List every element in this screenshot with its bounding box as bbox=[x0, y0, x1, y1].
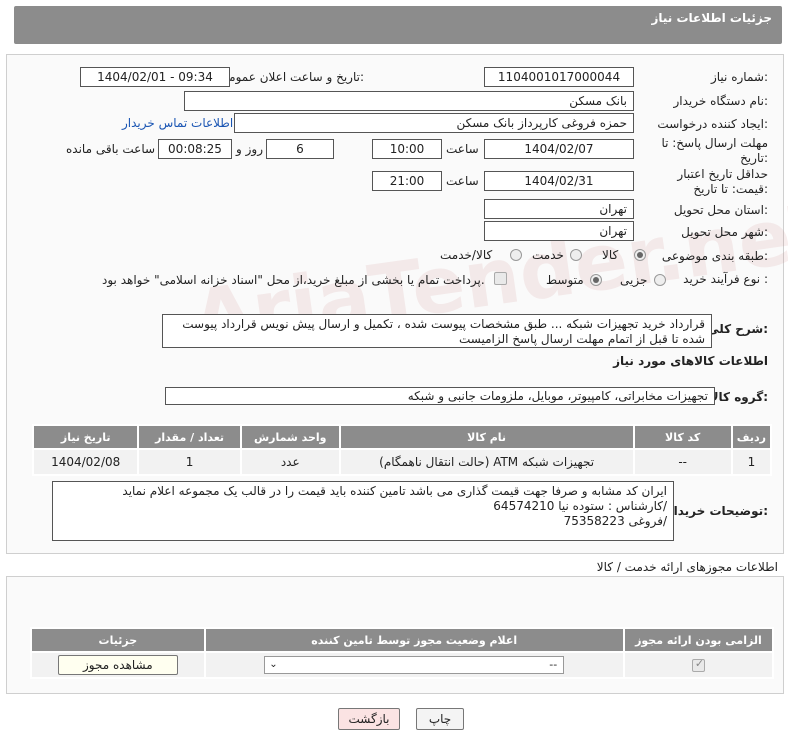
province-label: استان محل تحویل: bbox=[673, 203, 768, 217]
table-row: ✓ -- ⌄ مشاهده مجوز bbox=[30, 651, 775, 679]
buyer-notes-textarea[interactable]: ایران کد مشابه و صرفا جهت قیمت گذاری می … bbox=[52, 481, 674, 541]
check-icon: ✓ bbox=[694, 657, 705, 670]
remaining-label: ساعت باقی مانده bbox=[66, 142, 156, 156]
deadline-time-label: ساعت bbox=[446, 142, 479, 156]
category-option-service: خدمت bbox=[532, 248, 564, 262]
buyer-notes-label: توضیحات خریدار: bbox=[666, 504, 768, 518]
permit-col-required: الزامی بودن ارائه مجوز bbox=[622, 627, 775, 653]
process-label: نوع فرآیند خرید : bbox=[683, 272, 768, 286]
buyer-notes-line-1: ایران کد مشابه و صرفا جهت قیمت گذاری می … bbox=[122, 484, 667, 498]
row-name: تجهیزات شبکه ATM (حالت انتقال ناهمگام) bbox=[338, 448, 635, 476]
col-unit: واحد شمارش bbox=[239, 424, 341, 450]
need-number-label: شماره نیاز: bbox=[710, 70, 768, 84]
buyer-notes-line-3: /فروغی 75358223 bbox=[563, 514, 667, 528]
city-label: شهر محل تحویل: bbox=[681, 225, 768, 239]
goods-group-field: تجهیزات مخابراتی، کامپیوتر، موبایل، ملزو… bbox=[165, 387, 715, 405]
validity-time-field: 21:00 bbox=[372, 171, 442, 191]
days-field: 6 bbox=[266, 139, 334, 159]
buyer-org-field: بانک مسکن bbox=[184, 91, 634, 111]
goods-table-header: ردیف کد کالا نام کالا واحد شمارش تعداد /… bbox=[31, 424, 773, 450]
payment-note: پرداخت تمام یا بخشی از مبلغ خرید،از محل … bbox=[102, 273, 485, 287]
table-row: 1 -- تجهیزات شبکه ATM (حالت انتقال ناهمگ… bbox=[31, 448, 773, 476]
announce-field: 1404/02/01 - 09:34 bbox=[80, 67, 230, 87]
creator-field: حمزه فروغی کارپرداز بانک مسکن bbox=[234, 113, 634, 133]
permit-col-status: اعلام وضعیت مجوز توسط تامین کننده bbox=[203, 627, 625, 653]
goods-table: ردیف کد کالا نام کالا واحد شمارش تعداد /… bbox=[31, 424, 773, 476]
permits-table: الزامی بودن ارائه مجوز اعلام وضعیت مجوز … bbox=[30, 627, 775, 679]
buyer-org-label: نام دستگاه خریدار: bbox=[673, 94, 769, 108]
category-option-goods: کالا bbox=[602, 248, 619, 262]
deadline-label: مهلت ارسال پاسخ: تا تاریخ: bbox=[661, 136, 768, 165]
permit-details-cell: مشاهده مجوز bbox=[30, 651, 206, 679]
permit-required-cell: ✓ bbox=[622, 651, 775, 679]
remaining-time-field: 00:08:25 bbox=[158, 139, 232, 159]
row-qty: 1 bbox=[137, 448, 242, 476]
deadline-time-field: 10:00 bbox=[372, 139, 442, 159]
col-date: تاریخ نیاز bbox=[31, 424, 140, 450]
col-qty: تعداد / مقدار bbox=[137, 424, 242, 450]
buyer-contact-link[interactable]: اطلاعات تماس خریدار bbox=[122, 116, 233, 130]
description-textarea[interactable]: قرارداد خرید تجهیزات شبکه ... طبق مشخصات… bbox=[162, 314, 712, 348]
permit-status-select[interactable]: -- ⌄ bbox=[264, 656, 565, 674]
permit-status-value: -- bbox=[549, 658, 558, 671]
row-unit: عدد bbox=[239, 448, 341, 476]
permit-status-cell: -- ⌄ bbox=[203, 651, 625, 679]
creator-label: ایجاد کننده درخواست: bbox=[657, 117, 768, 131]
category-radio-both[interactable] bbox=[510, 249, 522, 264]
validity-time-label: ساعت bbox=[446, 174, 479, 188]
print-button[interactable]: چاپ bbox=[416, 708, 464, 730]
process-radio-medium[interactable] bbox=[590, 274, 602, 289]
category-option-both: کالا/خدمت bbox=[440, 248, 493, 262]
payment-checkbox[interactable] bbox=[494, 272, 507, 285]
col-name: نام کالا bbox=[338, 424, 635, 450]
row-code: -- bbox=[632, 448, 733, 476]
category-radio-goods[interactable] bbox=[634, 249, 646, 264]
goods-section-title: اطلاعات کالاهای مورد نیاز bbox=[613, 354, 768, 368]
row-date: 1404/02/08 bbox=[31, 448, 140, 476]
process-radio-minor[interactable] bbox=[654, 274, 666, 289]
announce-label: تاریخ و ساعت اعلان عمومی: bbox=[219, 70, 364, 84]
permits-section-title: اطلاعات مجوزهای ارائه خدمت / کالا bbox=[596, 560, 778, 574]
city-field: تهران bbox=[484, 221, 634, 241]
permits-table-header: الزامی بودن ارائه مجوز اعلام وضعیت مجوز … bbox=[30, 627, 775, 653]
col-index: ردیف bbox=[730, 424, 773, 450]
permit-col-details: جزئیات bbox=[30, 627, 206, 653]
validity-label: حداقل تاریخ اعتبار قیمت: تا تاریخ: bbox=[677, 167, 768, 196]
need-number-field: 1104001017000044 bbox=[484, 67, 634, 87]
col-code: کد کالا bbox=[632, 424, 733, 450]
process-option-medium: متوسط bbox=[546, 273, 584, 287]
deadline-date-field: 1404/02/07 bbox=[484, 139, 634, 159]
category-radio-service[interactable] bbox=[570, 249, 582, 264]
category-label: طبقه بندی موضوعی: bbox=[661, 249, 768, 263]
validity-date-field: 1404/02/31 bbox=[484, 171, 634, 191]
process-option-minor: جزیی bbox=[620, 273, 648, 287]
view-permit-button[interactable]: مشاهده مجوز bbox=[57, 655, 178, 675]
row-index: 1 bbox=[730, 448, 773, 476]
permit-required-checkbox: ✓ bbox=[691, 657, 705, 672]
back-button[interactable]: بازگشت bbox=[338, 708, 400, 730]
province-field: تهران bbox=[484, 199, 634, 219]
page-title: جزئیات اطلاعات نیاز bbox=[651, 11, 772, 25]
days-and-label: روز و bbox=[236, 142, 263, 156]
buyer-notes-line-2: /کارشناس : ستوده نیا 64574210 bbox=[493, 499, 667, 513]
chevron-down-icon: ⌄ bbox=[269, 659, 278, 670]
goods-group-label: گروه کالا: bbox=[709, 390, 768, 404]
